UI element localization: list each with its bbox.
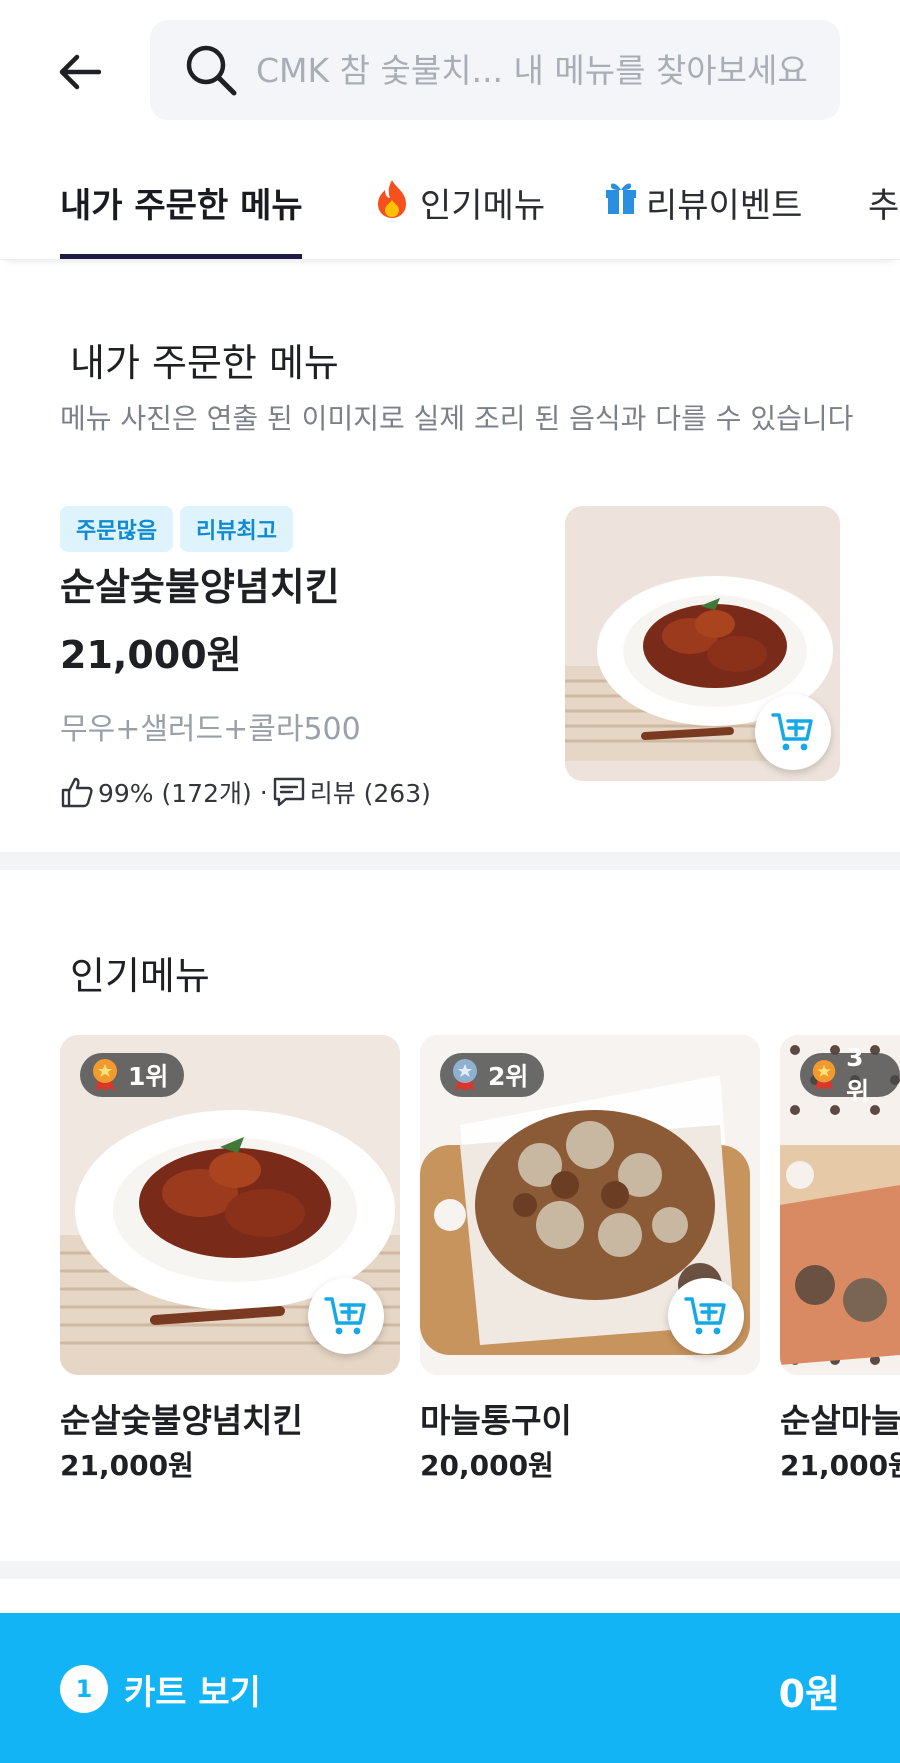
fire-icon [372,178,412,220]
thumbs-up-icon [61,777,93,808]
menu-item-photo[interactable] [565,506,840,781]
menu-item-options: 무우+샐러드+콜라500 [60,712,361,747]
cart-count-badge: 1 [60,1665,108,1713]
rank-badge: 2위 [440,1053,545,1097]
popular-card-2-name[interactable]: 마늘통구이 [420,1394,572,1442]
menu-item-stats: 99% (172개) · 리뷰 (263) [60,774,435,810]
rank-label: 2위 [488,1062,529,1091]
tab-more[interactable]: 추 [868,160,900,259]
badge-best-review: 리뷰최고 [180,506,293,552]
tab-active-indicator [60,254,302,259]
section-divider [0,1561,900,1579]
popular-card-2-photo[interactable]: 2위 [420,1035,760,1375]
tab-my-orders[interactable]: 내가 주문한 메뉴 [60,160,303,259]
medal-icon [453,1059,477,1091]
rank-label: 3위 [846,1042,870,1106]
gift-icon [604,178,638,216]
cart-label: 카트 보기 [124,1673,261,1713]
meta-separator: · [259,777,268,807]
section-title-my-menu: 내가 주문한 메뉴 [70,341,339,385]
search-icon [186,45,237,96]
search-box[interactable] [150,20,840,120]
tab-label: 리뷰이벤트 [646,186,803,226]
tab-popular[interactable]: 인기메뉴 [372,160,546,259]
header [0,0,900,140]
popular-card-3-price: 21,000원 [780,1449,900,1482]
section-title-popular: 인기메뉴 [70,954,210,998]
cart-add-icon [324,1297,366,1335]
rank-label: 1위 [128,1062,169,1091]
tab-label: 인기메뉴 [420,186,546,226]
search-input[interactable] [256,50,816,90]
badge-most-ordered: 주문많음 [60,506,173,552]
review-icon [273,777,304,807]
rank-badge: 3위 [800,1043,900,1106]
menu-item-price: 21,000원 [60,633,242,677]
popular-card-1-photo[interactable]: 1위 [60,1035,400,1375]
tab-label: 추 [868,186,900,226]
add-to-cart-button[interactable] [668,1278,744,1354]
medal-icon [93,1059,117,1091]
medal-icon [812,1060,836,1090]
arrow-left-icon [59,54,101,90]
rank-badge: 1위 [80,1053,185,1097]
popular-card-2-price: 20,000원 [420,1449,554,1482]
tab-label: 내가 주문한 메뉴 [60,186,303,226]
popular-card-1-price: 21,000원 [60,1449,194,1482]
review-count[interactable]: 리뷰 (263) [310,774,431,810]
like-percent: 99% (172개) [98,779,252,808]
section-divider [0,852,900,870]
popular-card-3-photo[interactable]: 3위 [780,1035,900,1375]
view-cart-button[interactable]: 1 카트 보기 0원 [0,1613,900,1763]
menu-tabs: 내가 주문한 메뉴 인기메뉴 리뷰이벤트 추 [0,160,900,260]
add-to-cart-button[interactable] [755,694,831,770]
add-to-cart-button[interactable] [308,1278,384,1354]
popular-card-3-name[interactable]: 순살마늘 [780,1394,900,1442]
cart-add-icon [684,1297,726,1335]
menu-item-name[interactable]: 순살숯불양념치킨 [60,556,340,611]
photo-disclaimer: 메뉴 사진은 연출 된 이미지로 실제 조리 된 음식과 다를 수 있습니다 [60,402,854,435]
tab-review-event[interactable]: 리뷰이벤트 [604,160,803,259]
cart-add-icon [771,713,813,751]
back-button[interactable] [52,44,108,100]
popular-card-1-name[interactable]: 순살숯불양념치킨 [60,1394,303,1442]
cart-total: 0원 [778,1672,840,1716]
